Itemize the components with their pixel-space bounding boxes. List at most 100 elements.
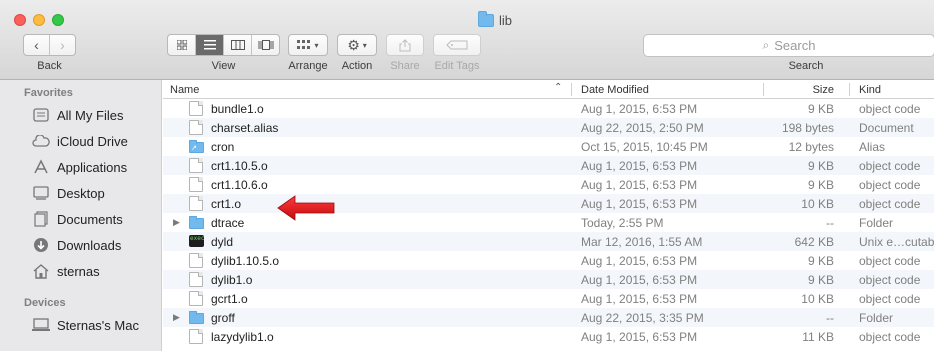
red-arrow-annotation <box>277 195 335 221</box>
sort-ascending-icon: ⌃ <box>554 82 563 93</box>
folder-icon <box>189 311 204 324</box>
file-kind: object code <box>859 329 921 344</box>
file-name: crt1.10.5.o <box>211 158 268 173</box>
minimize-window-button[interactable] <box>33 14 45 26</box>
cloud-icon <box>32 133 50 149</box>
columns-icon <box>230 40 245 50</box>
table-row[interactable]: charset.alias Aug 22, 2015, 2:50 PM 198 by… <box>163 118 934 137</box>
arrange-button[interactable]: ▾ <box>288 34 328 56</box>
list-view-button[interactable] <box>196 35 224 55</box>
sidebar-item-label: Applications <box>57 159 128 175</box>
file-kind: Document <box>859 120 914 135</box>
file-name: bundle1.o <box>211 101 264 116</box>
sidebar: Favorites All My Files iCloud Drive Appl… <box>0 80 162 351</box>
search-placeholder: Search <box>774 38 816 53</box>
grid-icon <box>176 40 187 50</box>
sidebar-item-applications[interactable]: Applications <box>0 155 161 179</box>
downloads-icon <box>32 237 50 253</box>
sidebar-item-sternas-mac[interactable]: Sternas's Mac <box>0 313 161 337</box>
folder-icon <box>189 216 204 229</box>
sidebar-item-icloud-drive[interactable]: iCloud Drive <box>0 129 161 153</box>
forward-button[interactable]: › <box>50 35 75 55</box>
file-name: groff <box>211 310 235 325</box>
table-row[interactable]: dylib1.o Aug 1, 2015, 6:53 PM 9 KB object c… <box>163 270 934 289</box>
icon-view-button[interactable] <box>168 35 196 55</box>
file-size: 642 KB <box>794 234 834 249</box>
folder-icon <box>478 10 494 27</box>
sidebar-item-all-my-files[interactable]: All My Files <box>0 103 161 127</box>
back-button[interactable]: ‹ <box>24 35 50 55</box>
all-files-icon <box>32 107 50 123</box>
table-row[interactable]: exec dyld Mar 12, 2016, 1:55 AM 642 KB Unix … <box>163 232 934 251</box>
column-header-kind[interactable]: Kind <box>859 80 934 99</box>
sidebar-item-documents[interactable]: Documents <box>0 207 161 231</box>
sidebar-item-label: Desktop <box>57 185 105 201</box>
sidebar-item-desktop[interactable]: Desktop <box>0 181 161 205</box>
column-view-button[interactable] <box>224 35 252 55</box>
table-row[interactable]: lazydylib1.o Aug 1, 2015, 6:53 PM 11 KB obj… <box>163 327 934 346</box>
table-row[interactable]: crt1.10.5.o Aug 1, 2015, 6:53 PM 9 KB objec… <box>163 156 934 175</box>
file-size: 9 KB <box>807 272 834 287</box>
file-name: dyld <box>211 234 234 249</box>
table-row[interactable]: gcrt1.o Aug 1, 2015, 6:53 PM 10 KB object c… <box>163 289 934 308</box>
document-icon <box>189 253 203 268</box>
search-input[interactable]: ⌕ Search <box>643 34 934 57</box>
sidebar-item-label: sternas <box>57 263 100 279</box>
share-button[interactable] <box>386 34 424 56</box>
column-header-name[interactable]: Name <box>170 80 550 99</box>
view-label: View <box>211 60 236 72</box>
column-header-size[interactable]: Size <box>763 80 834 99</box>
file-size: 9 KB <box>807 177 834 192</box>
table-row[interactable]: dylib1.10.5.o Aug 1, 2015, 6:53 PM 9 KB obj… <box>163 251 934 270</box>
search-label: Search <box>788 60 824 72</box>
sidebar-item-label: iCloud Drive <box>57 133 128 149</box>
edit-tags-button[interactable] <box>433 34 481 56</box>
alias-arrow-icon: ↗ <box>191 145 197 152</box>
sidebar-item-downloads[interactable]: Downloads <box>0 233 161 257</box>
file-kind: Unix e…cutable <box>859 234 934 249</box>
close-window-button[interactable] <box>14 14 26 26</box>
file-kind: Folder <box>859 215 894 230</box>
column-divider[interactable] <box>571 83 572 96</box>
action-button[interactable]: ⚙ ▾ <box>337 34 377 56</box>
edit-tags-label: Edit Tags <box>434 60 480 72</box>
list-header: Name ⌃ Date Modified Size Kind <box>163 80 934 99</box>
file-kind: Folder <box>859 310 894 325</box>
desktop-icon <box>32 185 50 201</box>
arrange-grid-icon <box>297 40 311 49</box>
devices-header: Devices <box>24 297 66 309</box>
file-kind: object code <box>859 291 921 306</box>
file-size: 9 KB <box>807 253 834 268</box>
computer-icon <box>32 317 50 333</box>
coverflow-icon <box>258 40 273 50</box>
document-icon <box>189 177 203 192</box>
table-row[interactable]: ▶ groff Aug 22, 2015, 3:35 PM -- Folder <box>163 308 934 327</box>
file-size: 11 KB <box>802 329 834 344</box>
disclosure-triangle-icon[interactable]: ▶ <box>173 308 180 327</box>
search-icon: ⌕ <box>762 38 770 52</box>
file-kind: object code <box>859 158 921 173</box>
column-header-size-label: Size <box>812 83 834 96</box>
disclosure-triangle-icon[interactable]: ▶ <box>173 213 180 232</box>
file-name: dylib1.10.5.o <box>211 253 280 268</box>
document-icon <box>189 196 203 211</box>
table-row[interactable]: ↗ cron Oct 15, 2015, 10:45 PM 12 bytes Alias <box>163 137 934 156</box>
file-size: -- <box>826 215 834 230</box>
coverflow-view-button[interactable] <box>252 35 279 55</box>
document-icon <box>189 101 203 116</box>
action-label: Action <box>341 60 373 72</box>
finder-window: lib ‹ › Back View ▾ Arrange ⚙ ▾ Action S… <box>0 0 934 351</box>
column-divider[interactable] <box>849 83 850 96</box>
gear-icon: ⚙ <box>347 36 360 53</box>
table-row[interactable]: crt1.10.6.o Aug 1, 2015, 6:53 PM 9 KB objec… <box>163 175 934 194</box>
table-row[interactable]: bundle1.o Aug 1, 2015, 6:53 PM 9 KB object … <box>163 99 934 118</box>
window-title-text: lib <box>499 12 513 28</box>
window-title: lib <box>478 10 513 29</box>
sidebar-item-sternas[interactable]: sternas <box>0 259 161 283</box>
view-control <box>167 34 280 56</box>
back-forward-control: ‹ › <box>23 34 76 56</box>
column-header-date[interactable]: Date Modified <box>581 80 781 99</box>
file-size: 12 bytes <box>788 139 834 154</box>
zoom-window-button[interactable] <box>52 14 64 26</box>
chevron-left-icon: ‹ <box>34 37 39 53</box>
